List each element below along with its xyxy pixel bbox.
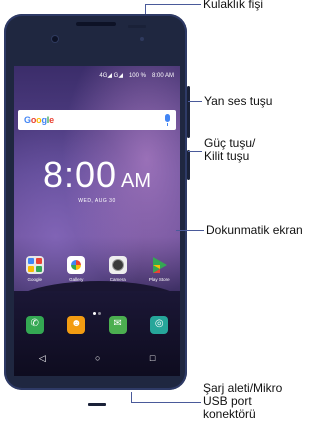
app-label: Google (27, 277, 42, 282)
messages-icon[interactable]: ✉ (108, 316, 127, 334)
home-icon[interactable]: ○ (95, 353, 100, 363)
status-bar: 4G◢ G◢ 100 % 8:00 AM (14, 72, 180, 82)
dock: ✆ ☻ ✉ ◎ (14, 316, 180, 334)
google-logo: Google (24, 115, 54, 125)
play-store-icon (150, 256, 168, 274)
app-play-store[interactable]: Play Store (141, 256, 177, 282)
phone-body: 4G◢ G◢ 100 % 8:00 AM Google 8:00 AM WED, AU… (4, 14, 190, 406)
app-label: Play Store (148, 277, 170, 282)
google-folder-icon (25, 256, 44, 274)
clock-date: WED, AUG 30 (78, 198, 116, 204)
clock-ampm: AM (121, 170, 152, 192)
front-camera (52, 36, 58, 42)
recents-icon[interactable]: □ (150, 353, 155, 363)
clock-time: 8:00 (42, 154, 118, 195)
leader-headphone-h (145, 4, 201, 5)
battery-indicator: 100 % (128, 73, 146, 79)
leader-volume (188, 101, 202, 102)
headphone-jack (128, 25, 146, 28)
touchscreen[interactable]: 4G◢ G◢ 100 % 8:00 AM Google 8:00 AM WED, AU… (14, 66, 180, 376)
clock-widget[interactable]: 8:00 AM (14, 154, 180, 196)
back-icon[interactable]: ◁ (39, 353, 46, 364)
label-usb-port: Şarj aleti/Mikro USB port konektörü (203, 381, 283, 421)
proximity-sensor (140, 37, 144, 41)
app-label: Gallery (69, 277, 84, 282)
microphone-icon[interactable] (165, 114, 170, 126)
usb-port (88, 403, 106, 406)
leader-power (188, 151, 202, 152)
label-power-button: Güç tuşu/ Kilit tuşu (204, 136, 256, 163)
gallery-icon (67, 256, 86, 274)
app-label: Camera (109, 277, 126, 282)
leader-headphone-v (145, 4, 146, 14)
signal-indicator: 4G◢ G◢ (99, 73, 123, 79)
volume-button[interactable] (187, 86, 190, 138)
browser-icon[interactable]: ◎ (150, 316, 169, 334)
leader-usb-v (131, 392, 132, 402)
contacts-icon[interactable]: ☻ (67, 316, 86, 334)
power-button[interactable] (187, 150, 190, 180)
earpiece (76, 22, 116, 26)
navigation-bar: ◁ ○ □ (14, 348, 180, 368)
leader-usb-h (131, 402, 201, 403)
app-gallery[interactable]: Gallery (58, 256, 94, 282)
status-time: 8:00 AM (151, 73, 174, 79)
phone-icon[interactable]: ✆ (25, 316, 44, 334)
label-touchscreen: Dokunmatik ekran (206, 223, 303, 237)
leader-touchscreen (176, 230, 204, 231)
camera-icon (108, 256, 127, 274)
app-google[interactable]: Google (17, 256, 53, 282)
app-camera[interactable]: Camera (100, 256, 136, 282)
label-volume-button: Yan ses tuşu (204, 94, 273, 108)
app-row: Google Gallery Camera Play Store (14, 256, 180, 282)
label-headphone-jack: Kulaklık fişi (203, 0, 264, 11)
google-search-bar[interactable]: Google (18, 110, 176, 130)
